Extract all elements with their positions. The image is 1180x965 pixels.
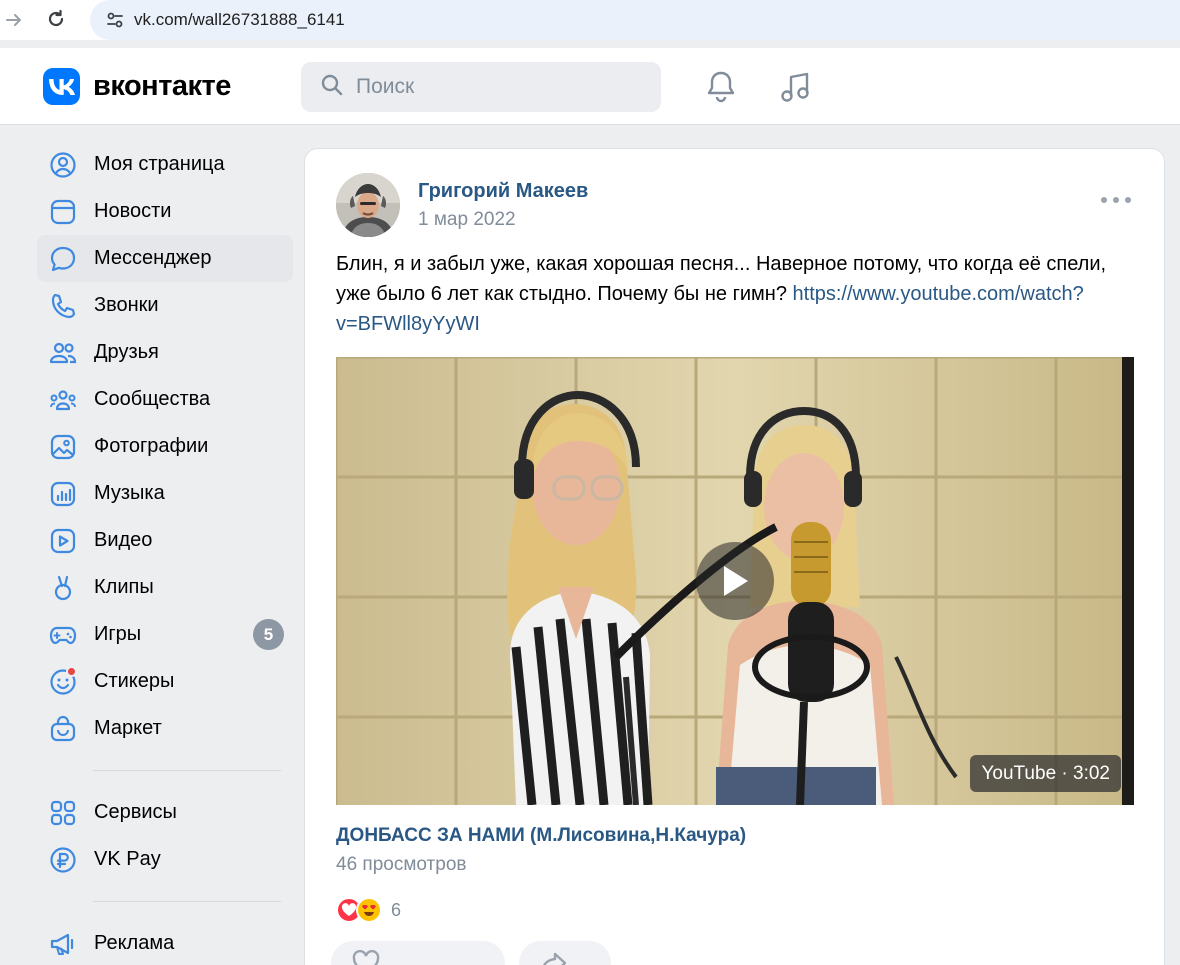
sidebar-item-label: Друзья <box>94 341 159 363</box>
notification-dot <box>66 665 77 677</box>
games-counter-badge: 5 <box>253 619 284 650</box>
sidebar-item-label: Мессенджер <box>94 247 212 269</box>
services-grid-icon <box>49 799 77 827</box>
left-sidebar: Моя страница Новости Мессенджер Звонки Д… <box>37 141 293 965</box>
vk-logo-icon <box>43 68 80 105</box>
post-text: Блин, я и забыл уже, какая хорошая песня… <box>336 249 1136 339</box>
music-note-icon[interactable] <box>778 70 812 104</box>
site-settings-icon[interactable] <box>98 10 132 30</box>
sidebar-item-label: Новости <box>94 200 172 222</box>
sidebar-item-label: Сервисы <box>94 801 177 823</box>
video-duration-badge: YouTube · 3:02 <box>970 755 1121 792</box>
sidebar-item-messenger[interactable]: Мессенджер <box>37 235 293 282</box>
vk-header: вконтакте Поиск <box>0 48 1180 125</box>
sidebar-item-label: Музыка <box>94 482 165 504</box>
sticker-icon <box>49 665 77 696</box>
vk-logo-text: вконтакте <box>93 70 231 102</box>
share-button[interactable] <box>519 941 611 965</box>
sidebar-item-label: Стикеры <box>94 670 175 692</box>
vkpay-ruble-icon <box>49 846 77 874</box>
address-bar[interactable]: vk.com/wall26731888_6141 <box>90 0 1180 40</box>
like-button[interactable] <box>331 941 505 965</box>
sidebar-item-label: Сообщества <box>94 388 211 410</box>
sidebar-item-clips[interactable]: Клипы <box>37 564 293 611</box>
sidebar-item-services[interactable]: Сервисы <box>37 789 293 836</box>
sidebar-item-label: Звонки <box>94 294 159 316</box>
sidebar-item-communities[interactable]: Сообщества <box>37 376 293 423</box>
sidebar-item-news[interactable]: Новости <box>37 188 293 235</box>
reactions-count: 6 <box>391 899 402 920</box>
sidebar-item-my-page[interactable]: Моя страница <box>37 141 293 188</box>
sidebar-item-vk-pay[interactable]: VK Pay <box>37 836 293 883</box>
user-circle-icon <box>49 151 77 179</box>
search-placeholder: Поиск <box>356 75 415 98</box>
sidebar-item-label: VK Pay <box>94 848 161 870</box>
bell-icon[interactable] <box>704 70 738 104</box>
sidebar-item-label: Моя страница <box>94 153 225 175</box>
play-button-icon[interactable] <box>696 542 774 620</box>
share-arrow-icon <box>542 952 567 965</box>
sidebar-item-games[interactable]: Игры 5 <box>37 611 293 658</box>
sidebar-item-friends[interactable]: Друзья <box>37 329 293 376</box>
sidebar-divider <box>93 770 281 771</box>
sidebar-item-stickers[interactable]: Стикеры <box>37 658 293 705</box>
post-date[interactable]: 1 мар 2022 <box>418 209 516 231</box>
sidebar-item-photos[interactable]: Фотографии <box>37 423 293 470</box>
wall-post: Григорий Макеев 1 мар 2022 Блин, я и заб… <box>304 148 1165 965</box>
newsfeed-icon <box>49 198 77 226</box>
communities-icon <box>49 386 77 414</box>
sidebar-divider <box>93 901 281 902</box>
sidebar-item-label: Игры <box>94 623 142 645</box>
sidebar-item-calls[interactable]: Звонки <box>37 282 293 329</box>
sidebar-item-label: Реклама <box>94 932 175 954</box>
video-icon <box>49 527 77 555</box>
music-icon <box>49 480 77 508</box>
message-icon <box>49 245 77 273</box>
reload-icon[interactable] <box>42 5 70 33</box>
market-bag-icon <box>49 715 77 743</box>
video-views: 46 просмотров <box>336 854 467 875</box>
sidebar-item-label: Фотографии <box>94 435 209 457</box>
sidebar-item-label: Маркет <box>94 717 162 739</box>
browser-toolbar: vk.com/wall26731888_6141 <box>0 0 1180 40</box>
address-url[interactable]: vk.com/wall26731888_6141 <box>134 10 345 30</box>
sidebar-item-label: Клипы <box>94 576 154 598</box>
post-author-name[interactable]: Григорий Макеев <box>418 180 588 203</box>
vk-logo[interactable]: вконтакте <box>43 68 231 105</box>
video-title[interactable]: ДОНБАСС ЗА НАМИ (М.Лисовина,Н.Качура) <box>336 825 746 847</box>
author-avatar[interactable] <box>336 173 400 237</box>
sidebar-item-video[interactable]: Видео <box>37 517 293 564</box>
search-icon <box>320 73 344 102</box>
photos-icon <box>49 433 77 461</box>
search-input[interactable]: Поиск <box>301 62 661 112</box>
video-preview[interactable]: YouTube · 3:02 <box>336 357 1134 805</box>
heart-eyes-reaction-icon <box>356 897 382 923</box>
clips-icon <box>49 574 77 602</box>
more-options-icon[interactable] <box>1101 193 1131 207</box>
megaphone-icon <box>49 930 77 958</box>
sidebar-item-music[interactable]: Музыка <box>37 470 293 517</box>
sidebar-item-ads[interactable]: Реклама <box>37 920 293 965</box>
friends-icon <box>49 339 77 367</box>
phone-icon <box>49 292 77 320</box>
reactions-summary[interactable]: 6 <box>336 897 401 923</box>
sidebar-item-market[interactable]: Маркет <box>37 705 293 752</box>
sidebar-item-label: Видео <box>94 529 153 551</box>
gamepad-icon <box>49 621 77 649</box>
forward-arrow-icon[interactable] <box>0 6 28 34</box>
heart-outline-icon <box>352 950 380 965</box>
